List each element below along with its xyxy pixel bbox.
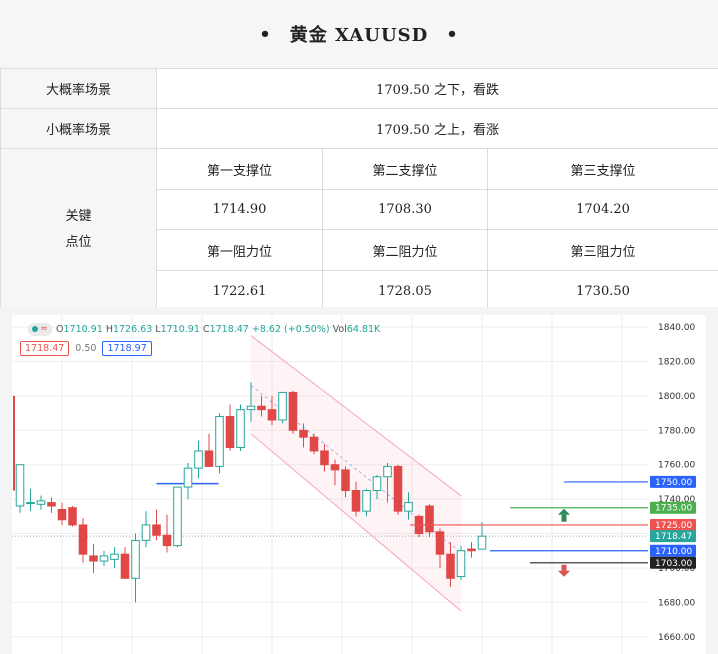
y-tick-label: 1840.00	[658, 323, 695, 333]
key-levels-label-line2: 点位	[65, 235, 92, 250]
scenario-row-major: 大概率场景 1709.50 之下，看跌	[0, 68, 718, 109]
price-tag-label: 1710.00	[655, 547, 692, 557]
candle-body	[68, 507, 77, 526]
resistance-3-value: 1730.50	[486, 270, 718, 312]
up-arrow-stem	[561, 514, 567, 522]
candle-body	[204, 450, 214, 467]
analysis-table: 大概率场景 1709.50 之下，看跌 小概率场景 1709.50 之上，看涨 …	[0, 68, 718, 312]
candle-body	[110, 553, 119, 560]
candle-body	[467, 548, 476, 552]
candle-body	[330, 464, 340, 471]
candle-body	[425, 505, 434, 533]
candle-body	[309, 436, 319, 452]
candle-body	[404, 502, 413, 512]
scenario-row-minor: 小概率场景 1709.50 之上，看涨	[0, 108, 718, 149]
candle-body	[278, 391, 287, 421]
resistance-1-value: 1722.61	[156, 270, 323, 312]
candle-body	[351, 490, 361, 512]
candle-body	[341, 469, 350, 492]
candle-body	[194, 450, 203, 469]
candle-body	[393, 465, 403, 512]
y-tick-label: 1800.00	[658, 392, 695, 402]
candle-body	[320, 450, 329, 466]
candle-body	[120, 553, 130, 579]
candle-body	[141, 524, 151, 541]
down-arrow-stem	[561, 564, 567, 571]
candle-body	[36, 500, 46, 505]
candle-body	[15, 464, 25, 507]
down-arrow-icon	[558, 570, 570, 577]
visibility-toggle-icon[interactable]: ≈	[28, 322, 52, 336]
support-header-row: 关键 点位 第一支撑位 第二支撑位 第三支撑位	[0, 148, 718, 312]
scenario-text-major: 1709.50 之下，看跌	[155, 68, 718, 109]
ohlc-readout: O1710.91 H1726.63 L1710.91 C1718.47 +8.6…	[56, 323, 381, 335]
candle-body	[152, 524, 161, 536]
candle-body	[162, 534, 172, 547]
candle-body	[57, 508, 67, 521]
candle-body	[215, 416, 224, 467]
y-tick-label: 1820.00	[658, 357, 695, 367]
page-title: 黄金 XAUUSD	[289, 25, 429, 46]
candlestick-chart[interactable]: 1840.00 1820.00 1800.00 1780.00 1760.00 1740.…	[12, 315, 706, 654]
y-tick-label: 1680.00	[658, 598, 695, 608]
resistance-2-value: 1728.05	[322, 270, 488, 312]
candle-body	[225, 416, 235, 449]
candle-body	[236, 409, 245, 449]
price-tag-label: 1703.00	[655, 559, 692, 569]
candle-body	[131, 539, 140, 579]
candle-body	[288, 391, 298, 431]
candle-body	[89, 555, 98, 562]
candle-body	[78, 524, 88, 555]
y-tick-label: 1760.00	[658, 461, 695, 471]
price-tag-label: 1750.00	[655, 478, 692, 488]
page-header: • 黄金 XAUUSD •	[0, 0, 718, 69]
up-arrow-icon	[558, 508, 570, 515]
candle-body	[299, 429, 308, 438]
candle-body	[173, 486, 182, 547]
candle-body	[446, 553, 455, 579]
candle-body	[26, 502, 35, 505]
price-tag-label: 1718.47	[655, 532, 692, 542]
candle-body	[477, 535, 487, 550]
spread-value: 0.50	[75, 343, 97, 354]
resistance-3-header: 第三阻力位	[486, 229, 718, 271]
candle-body	[435, 531, 445, 555]
header-bullet-right: •	[446, 23, 459, 45]
key-levels-label: 关键 点位	[0, 148, 157, 312]
chart-legend: ≈ O1710.91 H1726.63 L1710.91 C1718.47 +8…	[28, 321, 380, 337]
price-tag-label: 1735.00	[655, 504, 692, 514]
candle-body	[257, 405, 266, 411]
support-3-header: 第三支撑位	[486, 148, 718, 190]
key-levels-label-line1: 关键	[65, 209, 92, 224]
candle-body	[456, 550, 466, 578]
price-tag-label: 1725.00	[655, 521, 692, 531]
candle-body	[267, 409, 277, 421]
header-bullet-left: •	[259, 23, 272, 45]
bid-price[interactable]: 1718.47	[20, 341, 70, 356]
scenario-label-minor: 小概率场景	[0, 108, 157, 149]
chart-svg[interactable]: 1840.001820.001800.001780.001760.001740.…	[12, 315, 706, 654]
scenario-text-minor: 1709.50 之上，看涨	[155, 108, 718, 149]
candle-body	[362, 490, 371, 512]
candle-body	[246, 405, 256, 411]
scenario-label-major: 大概率场景	[0, 68, 157, 109]
resistance-2-header: 第二阻力位	[322, 229, 488, 271]
y-tick-label: 1780.00	[658, 426, 695, 436]
channel-fill	[251, 335, 461, 611]
chart-area: 1840.00 1820.00 1800.00 1780.00 1760.00 1740.…	[0, 307, 718, 654]
support-1-header: 第一支撑位	[156, 148, 323, 190]
candle-body	[383, 465, 392, 478]
candle-body	[183, 467, 193, 488]
resistance-1-header: 第一阻力位	[156, 229, 323, 271]
support-1-value: 1714.90	[156, 189, 323, 230]
support-2-value: 1708.30	[322, 189, 488, 230]
ask-price[interactable]: 1718.97	[102, 341, 152, 356]
candle-body	[372, 476, 382, 492]
support-2-header: 第二支撑位	[322, 148, 488, 190]
y-tick-label: 1660.00	[658, 633, 695, 643]
bid-ask-readout: 1718.47 0.50 1718.97	[20, 341, 152, 356]
support-3-value: 1704.20	[486, 189, 718, 230]
candle-body	[47, 502, 56, 507]
candle-body	[99, 555, 109, 562]
